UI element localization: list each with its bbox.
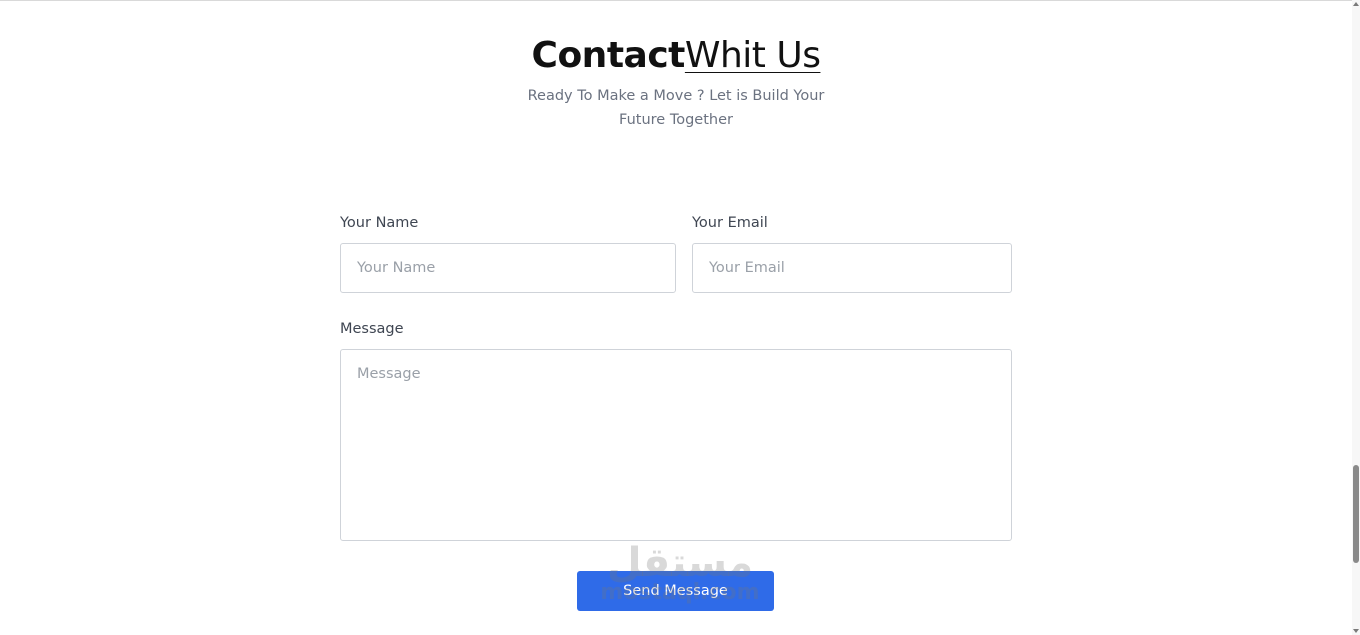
name-input[interactable]	[340, 243, 676, 293]
page-subtitle: Ready To Make a Move ? Let is Build Your…	[526, 84, 826, 132]
send-message-button[interactable]: Send Message	[577, 571, 774, 611]
scroll-up-arrow-icon[interactable]	[1353, 2, 1359, 6]
message-textarea[interactable]	[340, 349, 1012, 541]
top-divider	[0, 0, 1352, 1]
page-title: ContactWhit Us	[0, 34, 1352, 78]
subtitle-line-1: Ready To Make a Move ? Let is Build Your	[527, 88, 825, 104]
email-label: Your Email	[692, 215, 768, 231]
scrollbar-thumb[interactable]	[1353, 465, 1359, 563]
title-bold-part: Contact	[531, 35, 686, 76]
message-label: Message	[340, 321, 404, 337]
email-input[interactable]	[692, 243, 1012, 293]
scroll-down-arrow-icon[interactable]	[1353, 629, 1359, 633]
subtitle-line-2: Future Together	[619, 112, 733, 128]
vertical-scrollbar[interactable]	[1352, 0, 1360, 635]
name-label: Your Name	[340, 215, 419, 231]
title-underlined-part: Whit Us	[684, 35, 821, 76]
